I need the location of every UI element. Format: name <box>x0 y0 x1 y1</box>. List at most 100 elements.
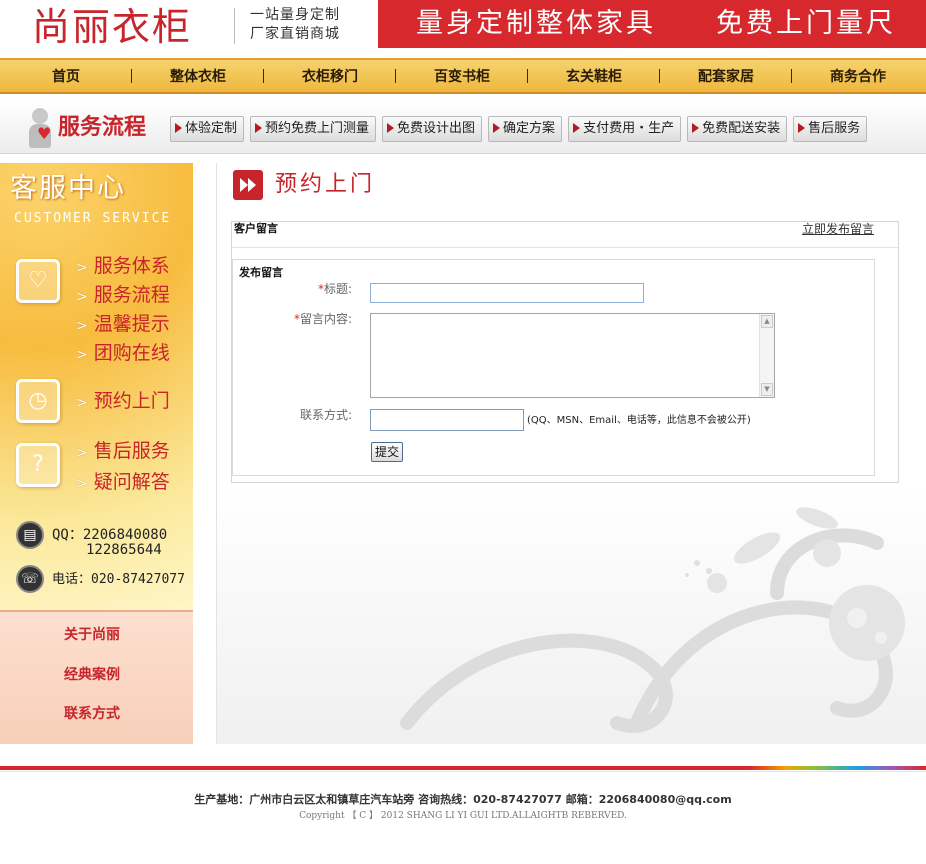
slogan: 一站量身定制 厂家直销商城 <box>250 6 340 44</box>
main-nav: 首页 整体衣柜 衣柜移门 百变书柜 玄关鞋柜 配套家居 商务合作 <box>0 58 926 94</box>
chevron-right-icon: > <box>76 289 88 305</box>
sidebar-bottom-panel: 关于尚丽 经典案例 联系方式 <box>0 610 193 744</box>
step-label: 预约免费上门测量 <box>265 121 370 136</box>
nav-item-bookcase[interactable]: 百变书柜 <box>396 66 528 86</box>
site-logo[interactable]: 尚丽衣柜 <box>32 4 192 50</box>
nav-item-business[interactable]: 商务合作 <box>792 66 924 86</box>
phone-icon: ☏ <box>16 565 44 593</box>
process-step-experience[interactable]: 体验定制 <box>170 116 245 142</box>
header-banner: 量身定制整体家具 免费上门量尺 <box>378 0 926 48</box>
sidebar-link-label: 疑问解答 <box>93 471 170 493</box>
post-message-link[interactable]: 立即发布留言 <box>802 222 874 236</box>
person-heart-icon: ♥ <box>26 108 54 148</box>
logo-divider <box>234 8 235 44</box>
chevron-right-icon: > <box>76 476 88 492</box>
process-step-payment[interactable]: 支付费用・生产 <box>568 116 682 142</box>
sidebar-link-tips[interactable]: > 温馨提示 <box>76 312 170 338</box>
process-step-confirm[interactable]: 确定方案 <box>488 116 563 142</box>
post-message-form: 发布留言 *标题: *留言内容: ▲ ▼ 联系方式: (QQ、MSN、Email… <box>232 259 875 476</box>
arrow-right-icon <box>175 123 182 133</box>
message-content-textarea[interactable]: ▲ ▼ <box>370 313 775 398</box>
fast-forward-icon <box>233 170 263 200</box>
contact-label: 联系方式: <box>299 408 352 422</box>
scroll-down-icon[interactable]: ▼ <box>761 383 773 396</box>
footer-copyright: Copyright 【 C 】 2012 SHANG LI YI GUI LTD… <box>299 811 627 821</box>
chevron-right-icon: > <box>76 260 88 276</box>
step-label: 确定方案 <box>503 121 556 136</box>
footer-divider <box>0 771 926 772</box>
arrow-right-icon <box>255 123 263 133</box>
process-step-appointment[interactable]: 预约免费上门测量 <box>250 116 377 142</box>
banner-text-left: 量身定制整体家具 <box>416 8 656 39</box>
scroll-up-icon[interactable]: ▲ <box>761 315 773 328</box>
sidebar-title: 客服中心 <box>10 173 126 204</box>
qq-number-2: 122865644 <box>86 542 162 558</box>
footer-color-strip <box>750 766 926 770</box>
arrow-right-icon <box>387 123 395 133</box>
site-header: 尚丽衣柜 一站量身定制 厂家直销商城 量身定制整体家具 免费上门量尺 <box>0 0 926 58</box>
chevron-right-icon: > <box>76 445 88 461</box>
footer-address: 生产基地：广州市白云区太和镇草庄汽车站旁 咨询热线：020-87427077 邮… <box>194 793 732 806</box>
title-label: *标题: <box>318 282 352 296</box>
contact-hint: (QQ、MSN、Email、电话等，此信息不会被公开) <box>527 415 751 426</box>
title-input[interactable] <box>370 283 644 303</box>
chevron-right-icon: > <box>76 318 88 334</box>
sidebar-link-cases[interactable]: 经典案例 <box>64 666 120 684</box>
sidebar-link-service-system[interactable]: > 服务体系 <box>76 254 170 280</box>
sidebar-link-appointment[interactable]: > 预约上门 <box>76 389 170 415</box>
sidebar-link-group-buy[interactable]: > 团购在线 <box>76 341 170 367</box>
sidebar-subtitle: CUSTOMER SERVICE <box>14 211 172 226</box>
sidebar-top-panel: 客服中心 CUSTOMER SERVICE ♡ > 服务体系 > 服务流程 > 温馨提… <box>0 163 193 610</box>
nav-item-wardrobe[interactable]: 整体衣柜 <box>132 66 264 86</box>
banner-text-right: 免费上门量尺 <box>716 8 896 39</box>
content-label-text: 留言内容: <box>299 312 352 326</box>
qq-number-1: QQ：2206840080 <box>52 527 168 543</box>
arrow-right-icon <box>692 123 700 133</box>
arrow-right-icon <box>798 123 806 133</box>
guestbook-panel: 客户留言 立即发布留言 发布留言 *标题: *留言内容: ▲ ▼ 联系方式: (… <box>231 221 899 483</box>
process-step-after-sales[interactable]: 售后服务 <box>793 116 868 142</box>
step-label: 支付费用・生产 <box>583 121 675 136</box>
nav-item-home[interactable]: 首页 <box>0 66 132 86</box>
service-process-bar: ♥ 服务流程 体验定制 预约免费上门测量 免费设计出图 确定方案 支付费用・生产… <box>0 100 926 154</box>
sidebar-link-label: 温馨提示 <box>93 313 170 335</box>
customer-service-sidebar: 客服中心 CUSTOMER SERVICE ♡ > 服务体系 > 服务流程 > 温馨提… <box>0 163 193 744</box>
qq-chat-icon: ▤ <box>16 521 44 549</box>
process-step-design[interactable]: 免费设计出图 <box>382 116 483 142</box>
panel-title: 客户留言 <box>234 222 278 235</box>
textarea-scrollbar[interactable]: ▲ ▼ <box>759 314 774 397</box>
form-title: 发布留言 <box>239 266 283 279</box>
nav-item-shoe-cabinet[interactable]: 玄关鞋柜 <box>528 66 660 86</box>
sidebar-link-label: 预约上门 <box>93 390 170 412</box>
title-label-text: 标题: <box>323 282 352 296</box>
arrow-right-icon <box>493 123 501 133</box>
step-label: 免费设计出图 <box>397 121 476 136</box>
sidebar-link-about[interactable]: 关于尚丽 <box>64 626 120 644</box>
clock-icon: ◷ <box>16 379 60 423</box>
chevron-right-icon: > <box>76 395 88 411</box>
slogan-line-2: 厂家直销商城 <box>250 26 340 42</box>
process-steps: 体验定制 预约免费上门测量 免费设计出图 确定方案 支付费用・生产 免费配送安装… <box>170 116 873 142</box>
question-icon: ? <box>16 443 60 487</box>
page-title: 预约上门 <box>275 172 376 197</box>
step-label: 售后服务 <box>808 121 861 136</box>
slogan-line-1: 一站量身定制 <box>250 7 340 23</box>
sidebar-link-faq[interactable]: > 疑问解答 <box>76 470 170 496</box>
panel-header: 客户留言 立即发布留言 <box>232 222 898 248</box>
step-label: 体验定制 <box>185 121 238 136</box>
sidebar-link-after-sales[interactable]: > 售后服务 <box>76 439 170 465</box>
sidebar-link-service-process[interactable]: > 服务流程 <box>76 283 170 309</box>
process-title: 服务流程 <box>58 115 147 140</box>
nav-item-sliding-door[interactable]: 衣柜移门 <box>264 66 396 86</box>
sidebar-link-label: 服务流程 <box>93 284 170 306</box>
sidebar-link-label: 服务体系 <box>93 255 170 277</box>
process-step-delivery[interactable]: 免费配送安装 <box>687 116 788 142</box>
arrow-right-icon <box>573 123 581 133</box>
sidebar-link-label: 团购在线 <box>93 342 170 364</box>
nav-item-home-furnishing[interactable]: 配套家居 <box>660 66 792 86</box>
sidebar-link-contact[interactable]: 联系方式 <box>64 705 120 723</box>
content-label: *留言内容: <box>294 312 352 326</box>
submit-button[interactable]: 提交 <box>371 442 404 462</box>
heart-icon: ♡ <box>16 259 60 303</box>
contact-input[interactable] <box>370 409 524 431</box>
